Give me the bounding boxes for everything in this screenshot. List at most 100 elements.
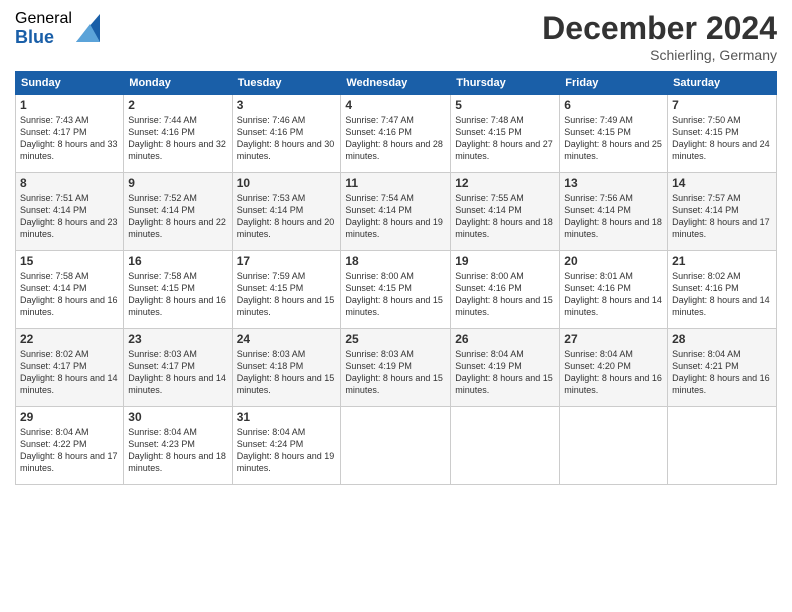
day-info: Sunrise: 8:01 AMSunset: 4:16 PMDaylight:… (564, 270, 663, 319)
day-number: 15 (20, 254, 119, 268)
table-row: 23 Sunrise: 8:03 AMSunset: 4:17 PMDaylig… (124, 329, 232, 407)
day-info: Sunrise: 7:48 AMSunset: 4:15 PMDaylight:… (455, 114, 555, 163)
day-number: 29 (20, 410, 119, 424)
day-info: Sunrise: 7:52 AMSunset: 4:14 PMDaylight:… (128, 192, 227, 241)
day-info: Sunrise: 8:04 AMSunset: 4:24 PMDaylight:… (237, 426, 337, 475)
day-number: 26 (455, 332, 555, 346)
day-number: 28 (672, 332, 772, 346)
col-friday: Friday (560, 72, 668, 95)
table-row: 12 Sunrise: 7:55 AMSunset: 4:14 PMDaylig… (451, 173, 560, 251)
col-tuesday: Tuesday (232, 72, 341, 95)
day-number: 1 (20, 98, 119, 112)
day-number: 27 (564, 332, 663, 346)
day-number: 8 (20, 176, 119, 190)
month-title: December 2024 (542, 10, 777, 47)
header: General Blue December 2024 Schierling, G… (15, 10, 777, 63)
day-number: 23 (128, 332, 227, 346)
table-row: 26 Sunrise: 8:04 AMSunset: 4:19 PMDaylig… (451, 329, 560, 407)
day-number: 25 (345, 332, 446, 346)
day-number: 22 (20, 332, 119, 346)
day-info: Sunrise: 8:00 AMSunset: 4:16 PMDaylight:… (455, 270, 555, 319)
table-row: 2 Sunrise: 7:44 AMSunset: 4:16 PMDayligh… (124, 95, 232, 173)
table-row: 9 Sunrise: 7:52 AMSunset: 4:14 PMDayligh… (124, 173, 232, 251)
day-number: 12 (455, 176, 555, 190)
day-number: 13 (564, 176, 663, 190)
calendar-page: General Blue December 2024 Schierling, G… (0, 0, 792, 612)
table-row: 19 Sunrise: 8:00 AMSunset: 4:16 PMDaylig… (451, 251, 560, 329)
table-row: 10 Sunrise: 7:53 AMSunset: 4:14 PMDaylig… (232, 173, 341, 251)
day-number: 3 (237, 98, 337, 112)
day-info: Sunrise: 7:56 AMSunset: 4:14 PMDaylight:… (564, 192, 663, 241)
table-row: 6 Sunrise: 7:49 AMSunset: 4:15 PMDayligh… (560, 95, 668, 173)
table-row (668, 407, 777, 485)
logo-general: General (15, 10, 72, 28)
day-number: 6 (564, 98, 663, 112)
day-number: 21 (672, 254, 772, 268)
day-info: Sunrise: 7:57 AMSunset: 4:14 PMDaylight:… (672, 192, 772, 241)
table-row: 11 Sunrise: 7:54 AMSunset: 4:14 PMDaylig… (341, 173, 451, 251)
day-info: Sunrise: 8:02 AMSunset: 4:17 PMDaylight:… (20, 348, 119, 397)
table-row: 7 Sunrise: 7:50 AMSunset: 4:15 PMDayligh… (668, 95, 777, 173)
day-info: Sunrise: 7:49 AMSunset: 4:15 PMDaylight:… (564, 114, 663, 163)
table-row: 20 Sunrise: 8:01 AMSunset: 4:16 PMDaylig… (560, 251, 668, 329)
table-row: 16 Sunrise: 7:58 AMSunset: 4:15 PMDaylig… (124, 251, 232, 329)
table-row: 28 Sunrise: 8:04 AMSunset: 4:21 PMDaylig… (668, 329, 777, 407)
table-row (560, 407, 668, 485)
table-row: 24 Sunrise: 8:03 AMSunset: 4:18 PMDaylig… (232, 329, 341, 407)
day-info: Sunrise: 7:53 AMSunset: 4:14 PMDaylight:… (237, 192, 337, 241)
table-row (451, 407, 560, 485)
table-row: 27 Sunrise: 8:04 AMSunset: 4:20 PMDaylig… (560, 329, 668, 407)
location: Schierling, Germany (542, 47, 777, 63)
col-wednesday: Wednesday (341, 72, 451, 95)
day-number: 17 (237, 254, 337, 268)
logo-text: General Blue (15, 10, 72, 47)
table-row: 8 Sunrise: 7:51 AMSunset: 4:14 PMDayligh… (16, 173, 124, 251)
table-row: 17 Sunrise: 7:59 AMSunset: 4:15 PMDaylig… (232, 251, 341, 329)
day-number: 14 (672, 176, 772, 190)
day-number: 31 (237, 410, 337, 424)
day-number: 18 (345, 254, 446, 268)
col-sunday: Sunday (16, 72, 124, 95)
table-row: 13 Sunrise: 7:56 AMSunset: 4:14 PMDaylig… (560, 173, 668, 251)
table-row (341, 407, 451, 485)
table-row: 29 Sunrise: 8:04 AMSunset: 4:22 PMDaylig… (16, 407, 124, 485)
table-row: 14 Sunrise: 7:57 AMSunset: 4:14 PMDaylig… (668, 173, 777, 251)
col-monday: Monday (124, 72, 232, 95)
day-info: Sunrise: 7:51 AMSunset: 4:14 PMDaylight:… (20, 192, 119, 241)
day-info: Sunrise: 7:58 AMSunset: 4:15 PMDaylight:… (128, 270, 227, 319)
table-row: 21 Sunrise: 8:02 AMSunset: 4:16 PMDaylig… (668, 251, 777, 329)
day-info: Sunrise: 8:02 AMSunset: 4:16 PMDaylight:… (672, 270, 772, 319)
day-number: 9 (128, 176, 227, 190)
calendar-table: Sunday Monday Tuesday Wednesday Thursday… (15, 71, 777, 485)
table-row: 4 Sunrise: 7:47 AMSunset: 4:16 PMDayligh… (341, 95, 451, 173)
table-row: 25 Sunrise: 8:03 AMSunset: 4:19 PMDaylig… (341, 329, 451, 407)
day-number: 20 (564, 254, 663, 268)
day-info: Sunrise: 8:04 AMSunset: 4:21 PMDaylight:… (672, 348, 772, 397)
day-number: 4 (345, 98, 446, 112)
table-row: 15 Sunrise: 7:58 AMSunset: 4:14 PMDaylig… (16, 251, 124, 329)
day-info: Sunrise: 7:44 AMSunset: 4:16 PMDaylight:… (128, 114, 227, 163)
logo-blue: Blue (15, 28, 72, 48)
title-block: December 2024 Schierling, Germany (542, 10, 777, 63)
day-info: Sunrise: 8:00 AMSunset: 4:15 PMDaylight:… (345, 270, 446, 319)
day-number: 2 (128, 98, 227, 112)
day-number: 19 (455, 254, 555, 268)
day-number: 7 (672, 98, 772, 112)
day-number: 5 (455, 98, 555, 112)
day-number: 30 (128, 410, 227, 424)
day-info: Sunrise: 7:54 AMSunset: 4:14 PMDaylight:… (345, 192, 446, 241)
day-info: Sunrise: 8:04 AMSunset: 4:19 PMDaylight:… (455, 348, 555, 397)
day-info: Sunrise: 8:04 AMSunset: 4:23 PMDaylight:… (128, 426, 227, 475)
col-saturday: Saturday (668, 72, 777, 95)
day-info: Sunrise: 7:43 AMSunset: 4:17 PMDaylight:… (20, 114, 119, 163)
day-info: Sunrise: 7:46 AMSunset: 4:16 PMDaylight:… (237, 114, 337, 163)
table-row: 31 Sunrise: 8:04 AMSunset: 4:24 PMDaylig… (232, 407, 341, 485)
day-number: 24 (237, 332, 337, 346)
day-info: Sunrise: 7:58 AMSunset: 4:14 PMDaylight:… (20, 270, 119, 319)
table-row: 18 Sunrise: 8:00 AMSunset: 4:15 PMDaylig… (341, 251, 451, 329)
logo-icon (76, 14, 100, 42)
day-number: 11 (345, 176, 446, 190)
col-thursday: Thursday (451, 72, 560, 95)
day-info: Sunrise: 7:59 AMSunset: 4:15 PMDaylight:… (237, 270, 337, 319)
day-info: Sunrise: 7:47 AMSunset: 4:16 PMDaylight:… (345, 114, 446, 163)
